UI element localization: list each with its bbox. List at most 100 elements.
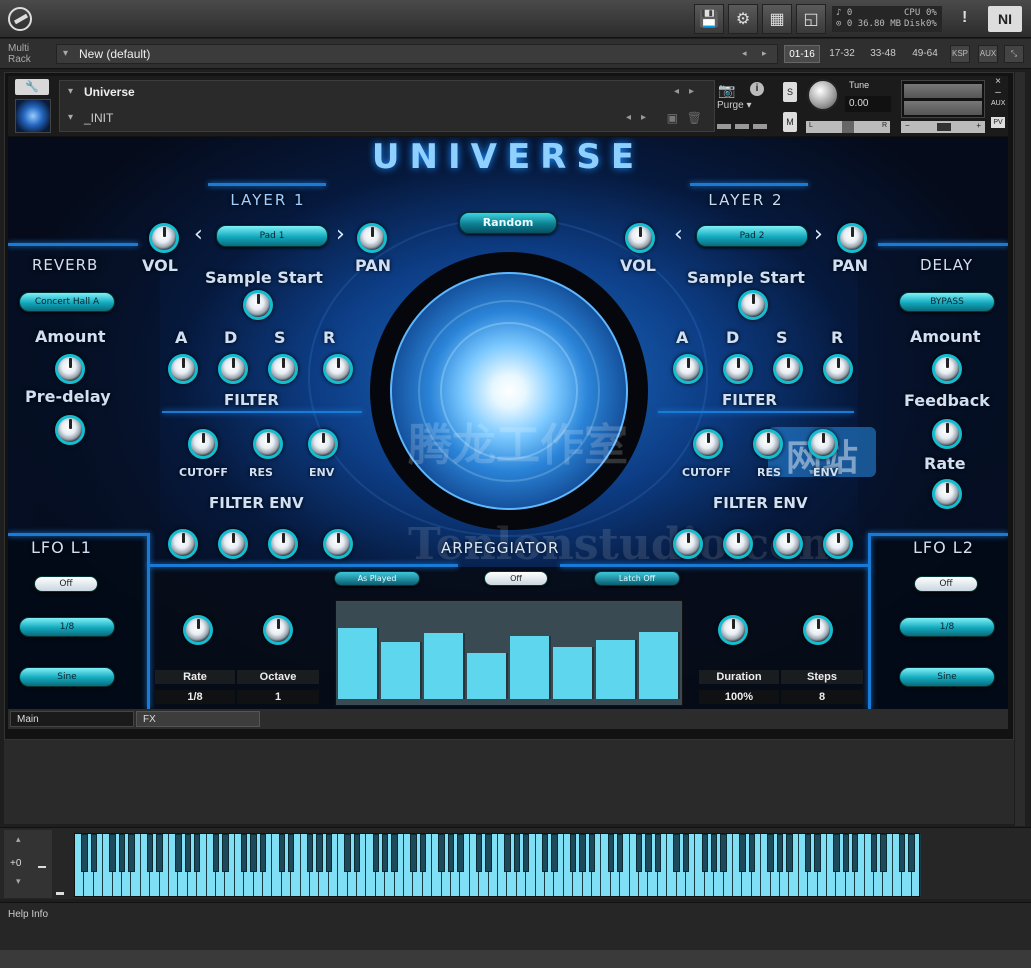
ksp-button[interactable]: KSP [950, 45, 970, 63]
layer1-fenv-r-knob[interactable] [323, 529, 353, 559]
black-key[interactable] [278, 834, 286, 872]
black-key[interactable] [240, 834, 248, 872]
layer1-release-knob[interactable] [323, 354, 353, 384]
info-icon[interactable]: i [750, 82, 764, 96]
lfo2-rate-select[interactable]: 1/8 [899, 617, 995, 637]
black-key[interactable] [720, 834, 727, 872]
arp-octave-value[interactable]: 1 [237, 690, 319, 704]
pan-slider[interactable]: L R [806, 121, 890, 133]
layer1-fenv-d-knob[interactable] [218, 529, 248, 559]
black-key[interactable] [259, 834, 267, 872]
random-button[interactable]: Random [459, 212, 557, 234]
predelay-knob[interactable] [55, 415, 85, 445]
black-key[interactable] [372, 834, 380, 872]
arp-step-bar[interactable] [553, 647, 594, 699]
arp-step-sequencer[interactable] [335, 600, 683, 706]
black-key[interactable] [682, 834, 690, 872]
arp-steps-knob[interactable] [803, 615, 833, 645]
black-key[interactable] [513, 834, 521, 872]
layer2-attack-knob[interactable] [673, 354, 703, 384]
black-key[interactable] [616, 834, 624, 872]
black-key[interactable] [767, 834, 774, 872]
black-key[interactable] [146, 834, 154, 872]
close-icon[interactable]: × [991, 76, 1005, 87]
black-key[interactable] [654, 834, 662, 872]
instrument-thumbnail[interactable] [15, 99, 51, 133]
arp-rate-value[interactable]: 1/8 [155, 690, 235, 704]
layer2-fenv-d-knob[interactable] [723, 529, 753, 559]
layer1-vol-knob[interactable] [149, 223, 179, 253]
layer2-fenv-a-knob[interactable] [673, 529, 703, 559]
black-key[interactable] [522, 834, 530, 872]
black-key[interactable] [175, 834, 182, 872]
rack-scrollbar[interactable] [1015, 72, 1025, 826]
black-key[interactable] [851, 834, 859, 872]
layer2-env-knob[interactable] [808, 429, 838, 459]
snapshot-delete-icon[interactable]: 🗑 [687, 107, 702, 129]
snapshot-save-icon[interactable]: ▣ [667, 107, 678, 129]
layout-icon[interactable]: ▦ [762, 4, 792, 34]
tab-17-32[interactable]: 17-32 [824, 45, 860, 63]
layer1-sustain-knob[interactable] [268, 354, 298, 384]
layer1-decay-knob[interactable] [218, 354, 248, 384]
black-key[interactable] [118, 834, 126, 872]
black-key[interactable] [419, 834, 427, 872]
black-key[interactable] [569, 834, 577, 872]
black-key[interactable] [739, 834, 746, 872]
lfo2-toggle[interactable]: Off [914, 576, 978, 592]
arp-step-bar[interactable] [510, 636, 551, 699]
black-key[interactable] [156, 834, 163, 872]
instrument-nav-arrows-icon[interactable]: ◂▸ [674, 81, 704, 103]
collapse-rack-icon[interactable]: ⤡ [1004, 45, 1024, 63]
arp-steps-value[interactable]: 8 [781, 690, 863, 704]
black-key[interactable] [579, 834, 586, 872]
black-key[interactable] [880, 834, 887, 872]
black-key[interactable] [457, 834, 464, 872]
layer1-tab[interactable]: LAYER 1 [218, 191, 318, 209]
delay-rate-knob[interactable] [932, 479, 962, 509]
black-key[interactable] [908, 834, 915, 872]
tab-49-64[interactable]: 49-64 [906, 45, 944, 63]
pv-toggle[interactable]: PV [991, 117, 1005, 128]
lfo1-rate-select[interactable]: 1/8 [19, 617, 115, 637]
purge-menu[interactable]: Purge ▾ [717, 100, 752, 111]
layer1-fenv-a-knob[interactable] [168, 529, 198, 559]
black-key[interactable] [804, 834, 812, 872]
tune-value[interactable]: 0.00 [845, 96, 891, 112]
layer2-next-arrow-icon[interactable]: › [814, 222, 823, 247]
black-key[interactable] [222, 834, 229, 872]
black-key[interactable] [381, 834, 389, 872]
arp-latch-select[interactable]: Latch Off [594, 571, 680, 586]
arp-step-bar[interactable] [381, 642, 422, 699]
black-key[interactable] [588, 834, 596, 872]
layer1-env-knob[interactable] [308, 429, 338, 459]
black-key[interactable] [90, 834, 98, 872]
piano-keyboard[interactable] [74, 833, 921, 897]
gear-icon[interactable]: ⚙ [728, 4, 758, 34]
layer1-prev-arrow-icon[interactable]: ‹ [194, 222, 203, 247]
arp-step-bar[interactable] [467, 653, 508, 699]
next-multi-icon[interactable]: ▸ [762, 48, 767, 59]
mute-button[interactable]: M [783, 112, 797, 132]
black-key[interactable] [673, 834, 680, 872]
black-key[interactable] [842, 834, 850, 872]
black-key[interactable] [212, 834, 220, 872]
black-key[interactable] [870, 834, 878, 872]
layer1-next-arrow-icon[interactable]: › [336, 222, 345, 247]
black-key[interactable] [316, 834, 323, 872]
tab-01-16[interactable]: 01-16 [784, 45, 820, 63]
tab-33-48[interactable]: 33-48 [864, 45, 902, 63]
black-key[interactable] [833, 834, 840, 872]
black-key[interactable] [81, 834, 88, 872]
layer1-sample-start-knob[interactable] [243, 290, 273, 320]
snapshot-row[interactable]: _INIT ◂▸ ▣ 🗑 [60, 107, 716, 131]
black-key[interactable] [344, 834, 351, 872]
layer1-sample-select[interactable]: Pad 1 [216, 225, 328, 247]
black-key[interactable] [776, 834, 784, 872]
arp-step-bar[interactable] [639, 632, 680, 699]
black-key[interactable] [438, 834, 445, 872]
black-key[interactable] [128, 834, 135, 872]
solo-button[interactable]: S [783, 82, 797, 102]
kontakt-logo-icon[interactable] [8, 7, 32, 31]
black-key[interactable] [306, 834, 314, 872]
